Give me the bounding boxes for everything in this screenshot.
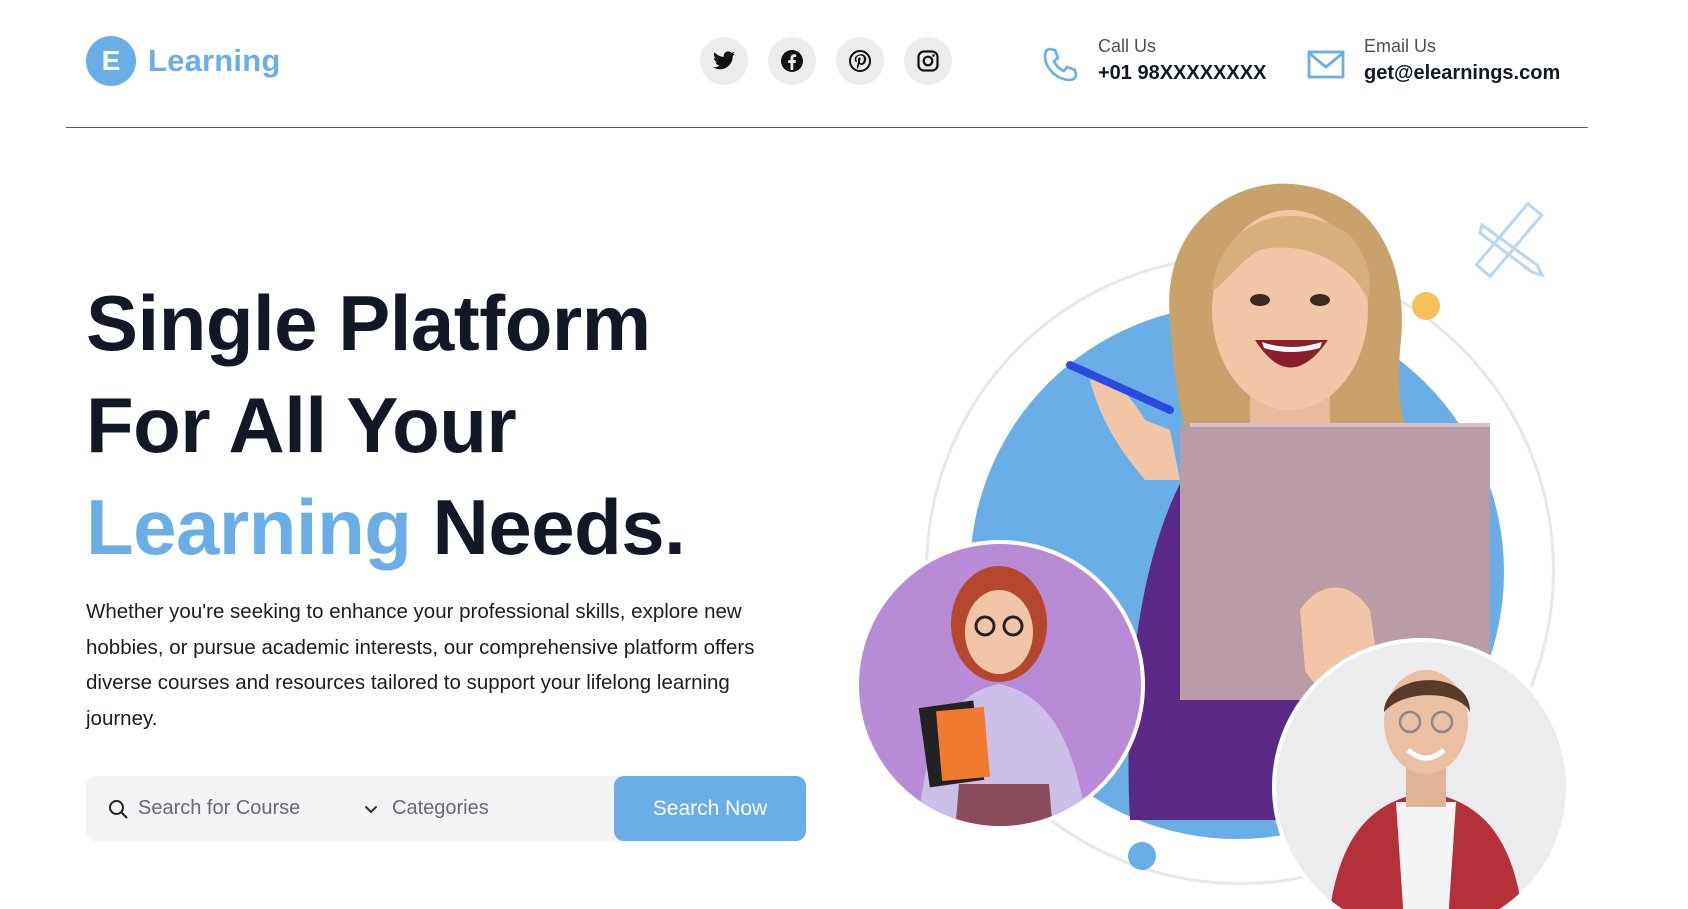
twitter-link[interactable] [700,37,748,85]
hero-title-end: Needs. [432,483,686,571]
social-links [700,37,952,85]
instagram-link[interactable] [904,37,952,85]
instagram-icon [917,50,939,72]
call-us[interactable]: Call Us +01 98XXXXXXXX [1040,34,1266,88]
twitter-icon [713,51,735,70]
brand-logo[interactable]: E Learning [86,36,281,86]
facebook-icon [781,50,803,72]
hero-title-accent: Learning [86,483,412,571]
email-label: Email Us [1364,36,1437,56]
mail-icon [1307,50,1345,79]
hero-illustration [840,160,1600,909]
chevron-down-icon[interactable] [362,800,380,818]
search-icon [109,800,128,819]
hero-title-line1: Single Platform [86,279,651,367]
search-input[interactable] [138,788,378,828]
call-label: Call Us [1098,36,1157,56]
decorative-dot-blue [1128,842,1156,870]
email-us[interactable]: Email Us get@elearnings.com [1306,34,1560,88]
hero-title: Single Platform For All Your Learning Ne… [86,272,686,578]
phone-icon [1043,47,1078,82]
email-address[interactable]: get@elearnings.com [1364,58,1560,88]
header-divider [66,127,1588,128]
site-header: E Learning Call Us +01 98XXXXXXXX Email … [0,0,1688,128]
call-number[interactable]: +01 98XXXXXXXX [1098,58,1266,88]
facebook-link[interactable] [768,37,816,85]
hero-title-line2: For All Your [86,381,517,469]
brand-name: Learning [148,43,281,78]
course-search-bar: Categories Search Now [86,776,806,841]
search-now-button[interactable]: Search Now [614,776,806,841]
pinterest-icon [849,50,871,72]
categories-select[interactable]: Categories [392,788,489,828]
hero-description: Whether you're seeking to enhance your p… [86,600,755,730]
hero-title-line3: Learning Needs. [86,476,686,578]
student-photo-left [855,540,1145,830]
pinterest-link[interactable] [836,37,884,85]
logo-badge: E [86,36,136,86]
